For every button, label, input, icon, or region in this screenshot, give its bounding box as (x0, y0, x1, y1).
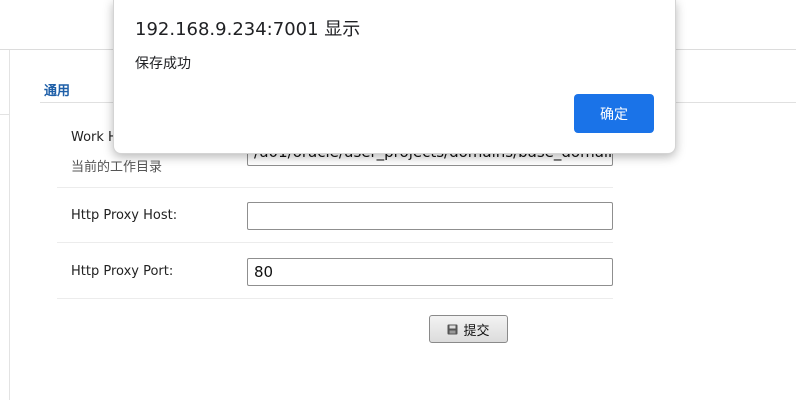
row-divider (57, 298, 613, 299)
submit-button-label: 提交 (463, 323, 490, 339)
dialog-title: 192.168.9.234:7001 显示 (135, 19, 361, 40)
row-divider (57, 242, 613, 243)
proxy-port-input[interactable]: 80 (247, 258, 613, 286)
dialog-message: 保存成功 (135, 56, 191, 72)
proxy-port-label: Http Proxy Port: (71, 264, 174, 279)
work-home-label: Work H (71, 130, 118, 145)
section-title-general: 通用 (44, 84, 71, 99)
left-column-border (9, 50, 10, 400)
save-icon (447, 324, 458, 334)
proxy-host-label: Http Proxy Host: (71, 208, 178, 223)
proxy-host-input[interactable] (247, 202, 613, 230)
ok-button[interactable]: 确定 (574, 94, 654, 133)
alert-dialog: 192.168.9.234:7001 显示 保存成功 确定 (113, 0, 676, 154)
left-column-divider (0, 114, 9, 115)
work-home-sublabel: 当前的工作目录 (71, 160, 163, 175)
row-divider (57, 187, 613, 188)
submit-button[interactable]: 提交 (429, 315, 508, 343)
